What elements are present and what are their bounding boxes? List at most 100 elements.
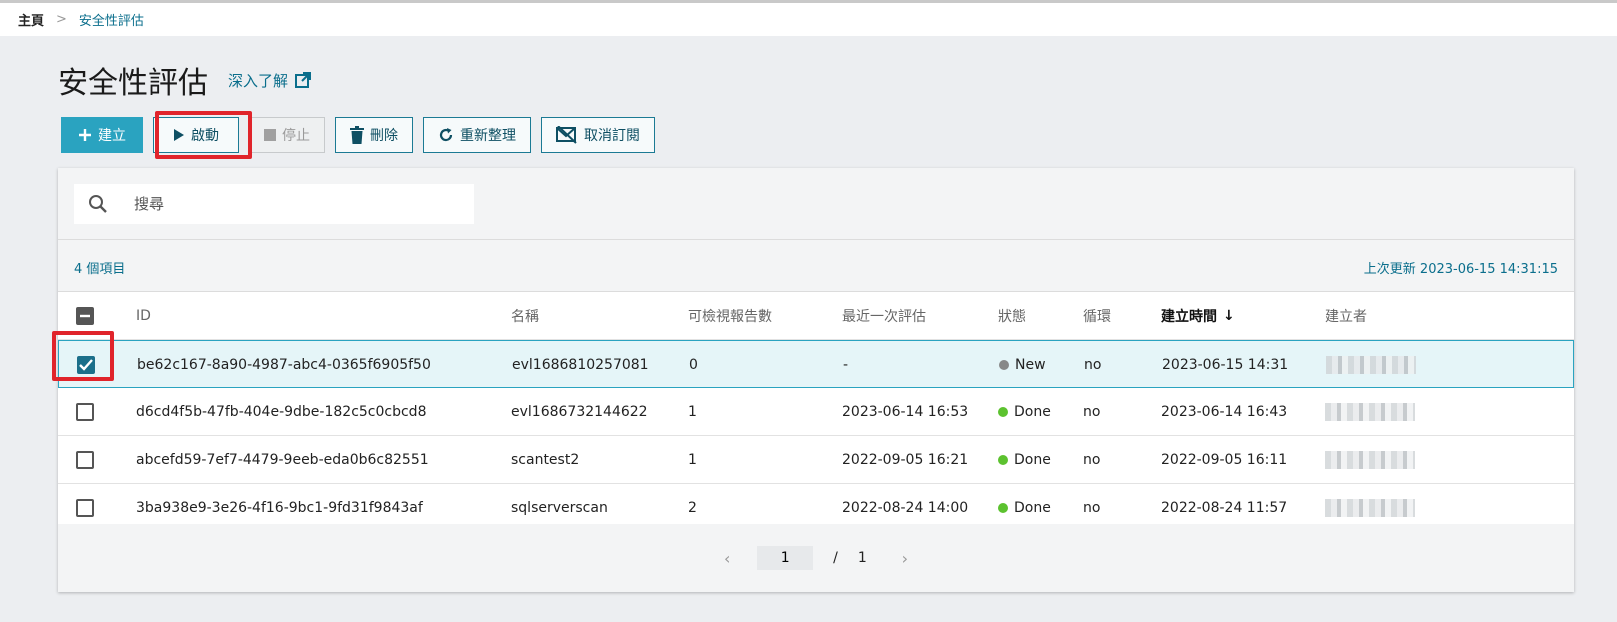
row-checkbox-cell (76, 436, 96, 484)
row-created: 2023-06-14 16:43 (1161, 404, 1288, 420)
search-icon (89, 195, 107, 213)
table-header: ID 名稱 可檢視報告數 最近一次評估 狀態 循環 建立時間 ↓ 建立者 (58, 292, 1574, 340)
row-name: scantest2 (511, 452, 580, 468)
column-loop[interactable]: 循環 (1083, 292, 1111, 340)
row-name: evl1686732144622 (511, 404, 648, 420)
row-loop: no (1084, 357, 1102, 373)
row-last-eval: - (843, 357, 849, 373)
create-button[interactable]: 建立 (61, 117, 143, 153)
redacted-creator (1325, 499, 1415, 517)
row-checkbox[interactable] (76, 403, 94, 421)
refresh-icon (439, 128, 453, 142)
select-all-checkbox[interactable] (76, 307, 94, 325)
page-total: 1 (857, 550, 867, 566)
row-creator-redacted (1326, 341, 1416, 389)
row-checkbox[interactable] (76, 499, 94, 517)
learn-more-link[interactable]: 深入了解 (228, 70, 312, 91)
breadcrumb-home[interactable]: 主頁 (18, 10, 44, 29)
breadcrumb-current[interactable]: 安全性評估 (79, 10, 144, 29)
learn-more-label: 深入了解 (228, 71, 289, 90)
page-title: 安全性評估 (58, 66, 208, 101)
status-dot-icon (998, 455, 1008, 465)
row-status: Done (998, 388, 1051, 436)
row-status-label: Done (1014, 404, 1051, 420)
indeterminate-icon (80, 314, 90, 318)
start-button-highlight (155, 111, 252, 159)
row-status: Done (998, 436, 1051, 484)
search-box (74, 184, 474, 224)
row-created: 2023-06-15 14:31 (1162, 357, 1289, 373)
row-id[interactable]: be62c167-8a90-4987-abc4-0365f6905f50 (137, 341, 431, 389)
table-row[interactable]: be62c167-8a90-4987-abc4-0365f6905f50 evl1… (58, 340, 1574, 388)
column-created-label: 建立時間 (1161, 309, 1217, 325)
row-created: 2022-09-05 16:11 (1161, 452, 1288, 468)
search-area (58, 168, 1574, 240)
external-link-icon (295, 72, 312, 88)
row-loop: no (1083, 404, 1101, 420)
row-creator-redacted (1325, 436, 1415, 484)
delete-label: 刪除 (370, 128, 398, 144)
row-checkbox-highlight (52, 331, 114, 381)
refresh-button[interactable]: 重新整理 (423, 117, 531, 153)
unsubscribe-button[interactable]: 取消訂閱 (541, 117, 655, 153)
delete-button[interactable]: 刪除 (335, 117, 413, 153)
row-id[interactable]: d6cd4f5b-47fb-404e-9dbe-182c5c0cbcd8 (136, 388, 426, 436)
redacted-creator (1325, 403, 1415, 421)
row-reports: 1 (688, 404, 697, 420)
row-id[interactable]: abcefd59-7ef7-4479-9eeb-eda0b6c82551 (136, 436, 429, 484)
refresh-label: 重新整理 (460, 128, 516, 144)
column-last-eval[interactable]: 最近一次評估 (842, 292, 926, 340)
row-loop: no (1083, 452, 1101, 468)
pagination: ‹ / 1 › (58, 524, 1574, 592)
table-body: be62c167-8a90-4987-abc4-0365f6905f50 evl1… (58, 340, 1574, 532)
redacted-creator (1325, 451, 1415, 469)
row-creator-redacted (1325, 388, 1415, 436)
row-reports: 1 (688, 452, 697, 468)
breadcrumb-separator: > (56, 12, 67, 27)
unsubscribe-icon (556, 126, 577, 144)
column-name[interactable]: 名稱 (511, 292, 539, 340)
column-id[interactable]: ID (136, 292, 151, 340)
search-input[interactable] (134, 195, 454, 213)
page-separator: / (833, 550, 838, 566)
row-status-label: Done (1014, 452, 1051, 468)
row-status-label: New (1015, 357, 1046, 373)
status-dot-icon (998, 407, 1008, 417)
title-row: 安全性評估 深入了解 (58, 60, 312, 101)
column-status[interactable]: 狀態 (998, 292, 1026, 340)
unsubscribe-label: 取消訂閱 (584, 128, 640, 144)
stop-icon (264, 129, 276, 141)
prev-page-button[interactable]: ‹ (707, 549, 747, 568)
next-page-button[interactable]: › (885, 549, 925, 568)
assessment-table: ID 名稱 可檢視報告數 最近一次評估 狀態 循環 建立時間 ↓ 建立者 be6… (58, 292, 1574, 532)
row-status: New (999, 341, 1046, 389)
sort-down-icon: ↓ (1223, 308, 1235, 324)
table-row[interactable]: abcefd59-7ef7-4479-9eeb-eda0b6c82551 scan… (58, 436, 1574, 484)
plus-icon (79, 129, 91, 141)
table-row[interactable]: d6cd4f5b-47fb-404e-9dbe-182c5c0cbcd8 evl1… (58, 388, 1574, 436)
create-label: 建立 (98, 128, 126, 144)
row-status-label: Done (1014, 500, 1051, 516)
row-last-eval: 2022-09-05 16:21 (842, 452, 969, 468)
toolbar: 建立 啟動 停止 刪除 重新整理 取消訂閱 (61, 117, 655, 153)
breadcrumb: 主頁 > 安全性評估 (0, 0, 1617, 36)
assessment-table-panel: 4 個項目 上次更新 2023-06-15 14:31:15 ID 名稱 可檢視… (58, 168, 1574, 592)
status-dot-icon (999, 360, 1009, 370)
row-name: evl1686810257081 (512, 357, 649, 373)
page-number-input[interactable] (757, 546, 814, 570)
column-reports[interactable]: 可檢視報告數 (688, 292, 772, 340)
redacted-creator (1326, 356, 1416, 374)
status-dot-icon (998, 503, 1008, 513)
last-update: 上次更新 2023-06-15 14:31:15 (1363, 262, 1558, 277)
row-checkbox-cell (76, 388, 96, 436)
stop-label: 停止 (282, 128, 310, 144)
row-last-eval: 2023-06-14 16:53 (842, 404, 969, 420)
row-checkbox[interactable] (76, 451, 94, 469)
stop-button[interactable]: 停止 (249, 117, 325, 153)
trash-icon (350, 126, 364, 144)
column-created[interactable]: 建立時間 ↓ (1161, 292, 1235, 340)
info-row: 4 個項目 上次更新 2023-06-15 14:31:15 (58, 240, 1574, 292)
column-creator[interactable]: 建立者 (1325, 292, 1367, 340)
item-count: 4 個項目 (74, 262, 126, 277)
row-reports: 0 (689, 357, 698, 373)
